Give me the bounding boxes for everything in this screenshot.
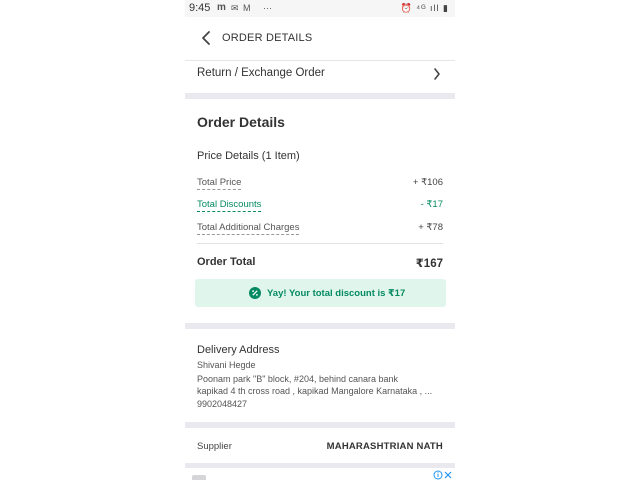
delivery-name: Shivani Hegde [197, 360, 256, 370]
chevron-right-icon [434, 68, 440, 80]
price-divider [197, 243, 443, 244]
total-price-value: + ₹106 [412, 177, 443, 188]
supplier-label: Supplier [197, 441, 232, 452]
ad-choices-icon[interactable] [433, 470, 453, 480]
mail-icon: ✉ [231, 3, 239, 13]
order-total-label: Order Total [197, 256, 256, 268]
status-time: 9:45 [189, 2, 211, 14]
discount-banner-text: Yay! Your total discount is ₹17 [267, 288, 406, 299]
discount-banner: Yay! Your total discount is ₹17 [195, 279, 446, 307]
gmail-icon: M [243, 3, 251, 13]
phone-screen: 9:45 m ✉ M ··· ⏰ ⁴ᴳ ıll ▮ ORDER DETAILS … [185, 0, 455, 480]
total-discounts-row: Total Discounts - ₹17 [197, 199, 443, 213]
more-notifications-icon: ··· [263, 3, 272, 13]
return-exchange-row[interactable]: Return / Exchange Order [185, 61, 455, 91]
status-right-icons: ⏰ ⁴ᴳ ıll ▮ [400, 3, 449, 13]
ad-placeholder [192, 475, 206, 480]
total-price-row: Total Price + ₹106 [197, 177, 443, 191]
additional-charges-row: Total Additional Charges + ₹78 [197, 222, 443, 236]
section-separator [185, 422, 455, 428]
percent-badge-icon [249, 287, 261, 299]
total-price-label[interactable]: Total Price [197, 177, 242, 190]
price-details-title: Price Details (1 Item) [197, 150, 300, 162]
m-app-icon: m [217, 2, 226, 13]
order-total-value: ₹167 [415, 258, 443, 270]
app-header: ORDER DETAILS [185, 17, 455, 61]
chevron-left-icon [202, 31, 210, 45]
return-exchange-label: Return / Exchange Order [197, 67, 325, 79]
additional-charges-label[interactable]: Total Additional Charges [197, 222, 300, 235]
order-details-title: Order Details [197, 114, 285, 130]
total-discounts-value: - ₹17 [420, 199, 443, 210]
total-discounts-label[interactable]: Total Discounts [197, 199, 262, 212]
delivery-address-line2: kapikad 4 th cross road , kapikad Mangal… [197, 386, 433, 396]
delivery-address-line1: Poonam park "B" block, #204, behind cana… [197, 374, 399, 384]
delivery-address-title: Delivery Address [197, 344, 280, 356]
status-bar: 9:45 m ✉ M ··· ⏰ ⁴ᴳ ıll ▮ [185, 0, 455, 17]
page-title: ORDER DETAILS [222, 32, 313, 44]
supplier-name[interactable]: MAHARASHTRIAN NATH [327, 441, 443, 452]
order-total-row: Order Total ₹167 [197, 256, 443, 270]
delivery-phone: 9902048427 [197, 399, 248, 409]
additional-charges-value: + ₹78 [418, 222, 443, 233]
back-button[interactable] [201, 30, 215, 46]
section-separator [185, 93, 455, 99]
ad-banner[interactable] [185, 468, 455, 480]
section-separator [185, 323, 455, 329]
